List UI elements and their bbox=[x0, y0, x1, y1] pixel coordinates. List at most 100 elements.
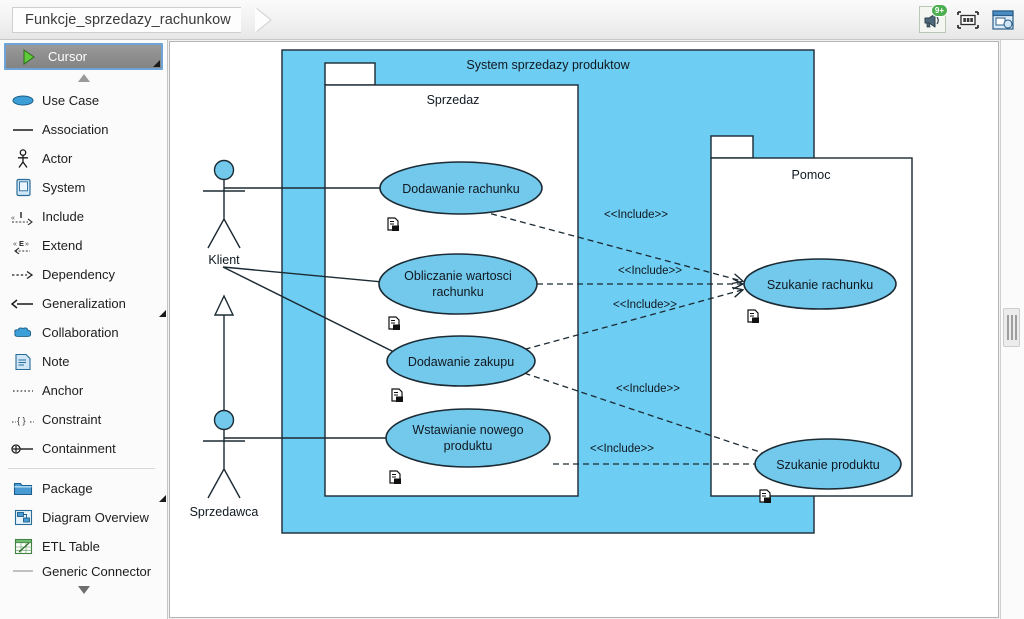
breadcrumb-label: Funkcje_sprzedazy_rachunkow bbox=[25, 12, 231, 28]
actor-label: Klient bbox=[208, 253, 240, 267]
palette-item-collaboration[interactable]: Collaboration bbox=[0, 318, 167, 347]
package-label: Pomoc bbox=[792, 168, 831, 182]
actor-label: Sprzedawca bbox=[190, 505, 259, 519]
dependency-arrow-icon bbox=[10, 264, 36, 286]
palette-item-generalization[interactable]: Generalization bbox=[0, 289, 167, 318]
expand-corner-icon[interactable] bbox=[153, 60, 160, 67]
use-case-label: Dodawanie rachunku bbox=[402, 182, 519, 196]
include-arrow-icon: « bbox=[10, 206, 36, 228]
toolbar-icon-group: 9+ bbox=[919, 4, 1016, 33]
actor-klient[interactable]: Klient bbox=[203, 159, 245, 268]
palette-item-constraint[interactable]: { } Constraint bbox=[0, 405, 167, 434]
palette-item-generic-connector[interactable]: Generic Connector bbox=[0, 561, 167, 581]
palette-item-label: Actor bbox=[42, 151, 73, 166]
palette-item-extend[interactable]: E « » Extend bbox=[0, 231, 167, 260]
collaboration-cloud-icon bbox=[10, 322, 36, 344]
use-case-label-line1: Wstawianie nowego bbox=[412, 423, 523, 437]
expand-corner-icon[interactable] bbox=[159, 495, 166, 502]
palette-item-label: Include bbox=[42, 209, 84, 224]
palette-item-cursor[interactable]: Cursor bbox=[4, 43, 163, 70]
svg-text:E: E bbox=[19, 239, 24, 248]
splitter-grip-line bbox=[1014, 315, 1017, 340]
include-label: <<Include>> bbox=[618, 265, 682, 277]
document-attachment-icon bbox=[387, 217, 399, 231]
palette-item-label: System bbox=[42, 180, 86, 195]
generalization-sprzedawca-klient[interactable] bbox=[213, 294, 235, 418]
palette-item-label: Note bbox=[42, 354, 70, 369]
panel-splitter-handle[interactable] bbox=[1003, 308, 1020, 347]
palette-item-actor[interactable]: Actor bbox=[0, 144, 167, 173]
palette-item-containment[interactable]: Containment bbox=[0, 434, 167, 463]
include-label: <<Include>> bbox=[613, 299, 677, 311]
generic-connector-icon bbox=[10, 561, 36, 581]
svg-text:{ }: { } bbox=[17, 415, 26, 425]
uml-use-case-diagram: System sprzedazy produktow Sprzedaz Pomo… bbox=[190, 49, 913, 534]
actor-stickman-icon bbox=[10, 148, 36, 170]
shape-palette[interactable]: Cursor Use Case Association Actor System… bbox=[0, 40, 168, 619]
diagram-overview-icon bbox=[10, 507, 36, 529]
palette-item-include[interactable]: « Include bbox=[0, 202, 167, 231]
palette-item-label: Collaboration bbox=[42, 325, 119, 340]
system-box-icon bbox=[10, 177, 36, 199]
use-case-label-line2: rachunku bbox=[432, 285, 483, 299]
breadcrumb[interactable]: Funkcje_sprzedazy_rachunkow bbox=[12, 7, 241, 33]
document-attachment-icon bbox=[759, 489, 771, 503]
extend-arrow-icon: E « » bbox=[10, 235, 36, 257]
expand-corner-icon[interactable] bbox=[159, 310, 166, 317]
announcement-megaphone-icon[interactable]: 9+ bbox=[919, 4, 948, 33]
svg-text:«: « bbox=[11, 215, 15, 222]
svg-text:«: « bbox=[13, 241, 17, 248]
cursor-arrow-icon bbox=[16, 46, 42, 68]
palette-scroll-down-button[interactable] bbox=[0, 581, 167, 597]
use-case-label: Szukanie produktu bbox=[776, 458, 880, 472]
include-label: <<Include>> bbox=[616, 383, 680, 395]
palette-item-label: Package bbox=[42, 481, 93, 496]
actor-sprzedawca[interactable]: Sprzedawca bbox=[190, 409, 259, 520]
palette-item-label: Cursor bbox=[48, 49, 88, 64]
palette-item-note[interactable]: Note bbox=[0, 347, 167, 376]
etl-table-icon bbox=[10, 536, 36, 558]
include-label: <<Include>> bbox=[604, 209, 668, 221]
diagram-layers-icon[interactable] bbox=[989, 6, 1016, 33]
diagram-canvas[interactable]: System sprzedazy produktow Sprzedaz Pomo… bbox=[169, 41, 999, 618]
constraint-braces-icon: { } bbox=[10, 409, 36, 431]
palette-item-label: Containment bbox=[42, 441, 116, 456]
uml-editor-window: Funkcje_sprzedazy_rachunkow 9+ Cursor Us… bbox=[0, 0, 1024, 619]
use-case-ellipse-icon bbox=[10, 90, 36, 112]
palette-item-label: Generic Connector bbox=[42, 563, 152, 579]
splitter-grip-line bbox=[1006, 315, 1009, 340]
palette-item-label: Use Case bbox=[42, 93, 100, 108]
document-attachment-icon bbox=[388, 316, 400, 330]
palette-item-use-case[interactable]: Use Case bbox=[0, 86, 167, 115]
use-case-label-line1: Obliczanie wartosci bbox=[404, 269, 512, 283]
palette-item-label: Association bbox=[42, 122, 109, 137]
include-label: <<Include>> bbox=[590, 443, 654, 455]
splitter-grip-line bbox=[1010, 315, 1013, 340]
association-line-icon bbox=[10, 119, 36, 141]
palette-item-etl-table[interactable]: ETL Table bbox=[0, 532, 167, 561]
package-label: Sprzedaz bbox=[427, 93, 480, 107]
palette-item-label: Generalization bbox=[42, 296, 126, 311]
notification-badge: 9+ bbox=[930, 4, 948, 17]
palette-item-label: Dependency bbox=[42, 267, 115, 282]
document-attachment-icon bbox=[747, 309, 759, 323]
palette-item-association[interactable]: Association bbox=[0, 115, 167, 144]
palette-divider bbox=[8, 468, 155, 469]
note-page-icon bbox=[10, 351, 36, 373]
top-toolbar: Funkcje_sprzedazy_rachunkow 9+ bbox=[0, 0, 1024, 40]
use-case-label: Szukanie rachunku bbox=[767, 278, 873, 292]
palette-item-package[interactable]: Package bbox=[0, 474, 167, 503]
palette-item-label: Constraint bbox=[42, 412, 102, 427]
palette-item-label: Anchor bbox=[42, 383, 84, 398]
palette-item-diagram-overview[interactable]: Diagram Overview bbox=[0, 503, 167, 532]
palette-item-label: Diagram Overview bbox=[42, 510, 149, 525]
palette-scroll-up-button[interactable] bbox=[0, 70, 167, 86]
palette-item-dependency[interactable]: Dependency bbox=[0, 260, 167, 289]
palette-item-label: Extend bbox=[42, 238, 83, 253]
resize-diagram-icon[interactable] bbox=[954, 6, 981, 33]
containment-circle-plus-icon bbox=[10, 438, 36, 460]
use-case-label: Dodawanie zakupu bbox=[408, 355, 514, 369]
generalization-arrow-icon bbox=[10, 293, 36, 315]
palette-item-anchor[interactable]: Anchor bbox=[0, 376, 167, 405]
palette-item-system[interactable]: System bbox=[0, 173, 167, 202]
